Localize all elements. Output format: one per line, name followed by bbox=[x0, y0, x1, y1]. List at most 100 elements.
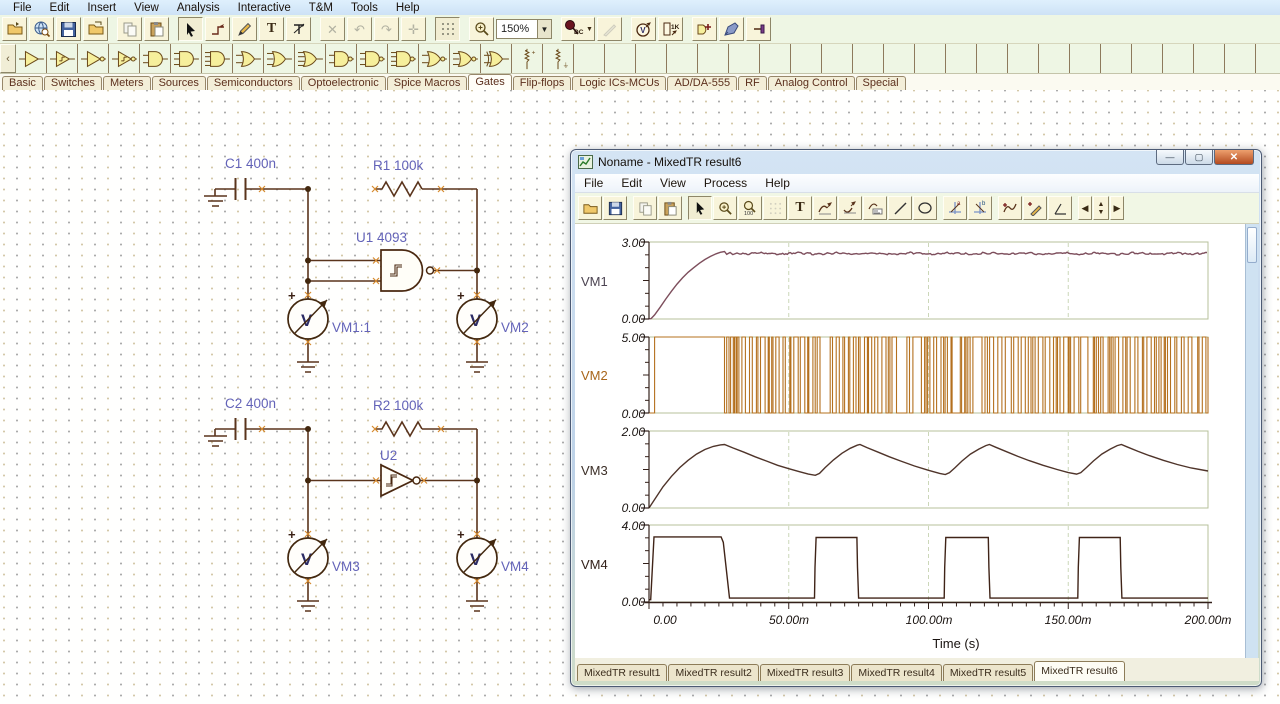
segment-tool-button[interactable] bbox=[286, 17, 311, 41]
result-paste-button[interactable] bbox=[658, 196, 682, 220]
move-button[interactable]: ✛ bbox=[401, 17, 426, 41]
tab-analog-control[interactable]: Analog Control bbox=[767, 76, 855, 90]
tab-mixedtr-result2[interactable]: MixedTR result2 bbox=[668, 664, 759, 681]
page-prev-button[interactable]: ◀ bbox=[1078, 196, 1092, 220]
tab-sources[interactable]: Sources bbox=[151, 76, 206, 90]
interpolate-button[interactable] bbox=[998, 196, 1022, 220]
open-file-button[interactable] bbox=[2, 17, 27, 41]
probe-pencil-button[interactable] bbox=[597, 17, 622, 41]
menu-file[interactable]: File bbox=[4, 2, 41, 14]
cursor-a-button[interactable]: a bbox=[943, 196, 967, 220]
result-save-button[interactable] bbox=[603, 196, 627, 220]
menu-insert[interactable]: Insert bbox=[78, 2, 125, 14]
component-scroll-left[interactable]: ‹ bbox=[0, 44, 16, 73]
nand-gate-u1[interactable] bbox=[380, 249, 435, 292]
capacitor-c2[interactable] bbox=[234, 418, 247, 440]
or3-icon[interactable] bbox=[264, 44, 295, 73]
tab-mixedtr-result1[interactable]: MixedTR result1 bbox=[577, 664, 668, 681]
menu-help[interactable]: Help bbox=[387, 2, 429, 14]
zoom-tool-button[interactable] bbox=[469, 17, 494, 41]
line-tool-button[interactable] bbox=[888, 196, 912, 220]
curve-cursor-b-button[interactable] bbox=[838, 196, 862, 220]
select-tool-button[interactable] bbox=[178, 17, 203, 41]
wires[interactable] bbox=[215, 180, 478, 597]
capacitor-c1[interactable] bbox=[234, 178, 247, 200]
tab-mixedtr-result6[interactable]: MixedTR result6 bbox=[1034, 661, 1125, 681]
result-titlebar[interactable]: Noname - MixedTR result6 — ▢ ✕ bbox=[571, 150, 1261, 173]
tab-mixedtr-result5[interactable]: MixedTR result5 bbox=[942, 664, 1034, 681]
undo-button[interactable]: ↶ bbox=[347, 17, 372, 41]
curve-cursor-a-button[interactable] bbox=[813, 196, 837, 220]
buffer-icon[interactable] bbox=[16, 44, 47, 73]
minimize-button[interactable]: — bbox=[1156, 150, 1184, 165]
save-button[interactable] bbox=[56, 17, 81, 41]
menu-tm[interactable]: T&M bbox=[300, 2, 342, 14]
grid-toggle-button[interactable] bbox=[435, 17, 460, 41]
result-grid-button[interactable] bbox=[763, 196, 787, 220]
tab-special[interactable]: Special bbox=[855, 76, 906, 90]
inverter-icon[interactable] bbox=[78, 44, 109, 73]
redo-button[interactable]: ↷ bbox=[374, 17, 399, 41]
pencil-tool-button[interactable] bbox=[232, 17, 257, 41]
add-macro-button[interactable] bbox=[692, 17, 717, 41]
tab-mixedtr-result4[interactable]: MixedTR result4 bbox=[851, 664, 942, 681]
pulldown-resistor-icon[interactable]: ⏚ bbox=[543, 44, 574, 73]
angle-button[interactable] bbox=[1048, 196, 1072, 220]
dc-probe-dropdown[interactable]: ▼ bbox=[586, 26, 593, 33]
dc-probe-button[interactable]: DC ▼ bbox=[561, 17, 595, 41]
legend-button[interactable] bbox=[863, 196, 887, 220]
result-menu-view[interactable]: View bbox=[651, 176, 695, 190]
draw-curve-button[interactable] bbox=[1023, 196, 1047, 220]
tab-optoelectronic[interactable]: Optoelectronic bbox=[300, 76, 386, 90]
result-menu-edit[interactable]: Edit bbox=[612, 176, 651, 190]
page-next-button[interactable]: ▶ bbox=[1110, 196, 1124, 220]
nand3-icon[interactable] bbox=[357, 44, 388, 73]
tab-flip-flops[interactable]: Flip-flops bbox=[512, 76, 572, 90]
search-button[interactable] bbox=[29, 17, 54, 41]
tab-ad-da-555[interactable]: AD/DA-555 bbox=[667, 76, 738, 90]
menu-view[interactable]: View bbox=[125, 2, 168, 14]
result-menu-help[interactable]: Help bbox=[756, 176, 799, 190]
menu-tools[interactable]: Tools bbox=[342, 2, 387, 14]
paste-button[interactable] bbox=[144, 17, 169, 41]
tab-gates[interactable]: Gates bbox=[468, 74, 512, 90]
result-window[interactable]: Noname - MixedTR result6 — ▢ ✕ File Edit… bbox=[570, 149, 1262, 687]
result-menu-process[interactable]: Process bbox=[695, 176, 756, 190]
result-text-button[interactable]: T bbox=[788, 196, 812, 220]
close-button[interactable]: ✕ bbox=[1214, 150, 1254, 165]
result-select-button[interactable] bbox=[688, 196, 712, 220]
controlled-buffer-icon[interactable] bbox=[47, 44, 78, 73]
component-values-button[interactable]: 1K bbox=[658, 17, 683, 41]
voltmeter-mode-button[interactable]: V bbox=[631, 17, 656, 41]
tab-semiconductors[interactable]: Semiconductors bbox=[206, 76, 300, 90]
text-tool-button[interactable]: T bbox=[259, 17, 284, 41]
and4-icon[interactable] bbox=[202, 44, 233, 73]
tab-switches[interactable]: Switches bbox=[43, 76, 102, 90]
nor2-icon[interactable] bbox=[419, 44, 450, 73]
tab-basic[interactable]: Basic bbox=[2, 76, 43, 90]
nand4-icon[interactable] bbox=[388, 44, 419, 73]
page-spinner[interactable]: ▲ ▼ bbox=[1093, 196, 1109, 220]
zoom-level-combo[interactable]: 150% ▼ bbox=[496, 19, 552, 39]
open-project-button[interactable] bbox=[83, 17, 108, 41]
result-open-button[interactable] bbox=[578, 196, 602, 220]
xor2-icon[interactable] bbox=[481, 44, 512, 73]
result-copy-button[interactable] bbox=[633, 196, 657, 220]
result-zoom-in-button[interactable] bbox=[713, 196, 737, 220]
schmitt-inverter-u2[interactable] bbox=[380, 463, 421, 498]
tab-logic-ics-mcus[interactable]: Logic ICs-MCUs bbox=[572, 76, 667, 90]
tab-rf[interactable]: RF bbox=[738, 76, 767, 90]
maximize-button[interactable]: ▢ bbox=[1185, 150, 1213, 165]
cursor-b-button[interactable]: b bbox=[968, 196, 992, 220]
or4-icon[interactable] bbox=[295, 44, 326, 73]
menu-analysis[interactable]: Analysis bbox=[168, 2, 229, 14]
cut-button[interactable]: ✕ bbox=[320, 17, 345, 41]
edit-macro-button[interactable] bbox=[719, 17, 744, 41]
or2-icon[interactable] bbox=[233, 44, 264, 73]
pin-tool-button[interactable] bbox=[746, 17, 771, 41]
result-zoom-100-button[interactable]: 100 bbox=[738, 196, 762, 220]
schmitt-inverter-icon[interactable] bbox=[109, 44, 140, 73]
pullup-resistor-icon[interactable]: + bbox=[512, 44, 543, 73]
tab-spice-macros[interactable]: Spice Macros bbox=[386, 76, 468, 90]
tab-meters[interactable]: Meters bbox=[102, 76, 151, 90]
